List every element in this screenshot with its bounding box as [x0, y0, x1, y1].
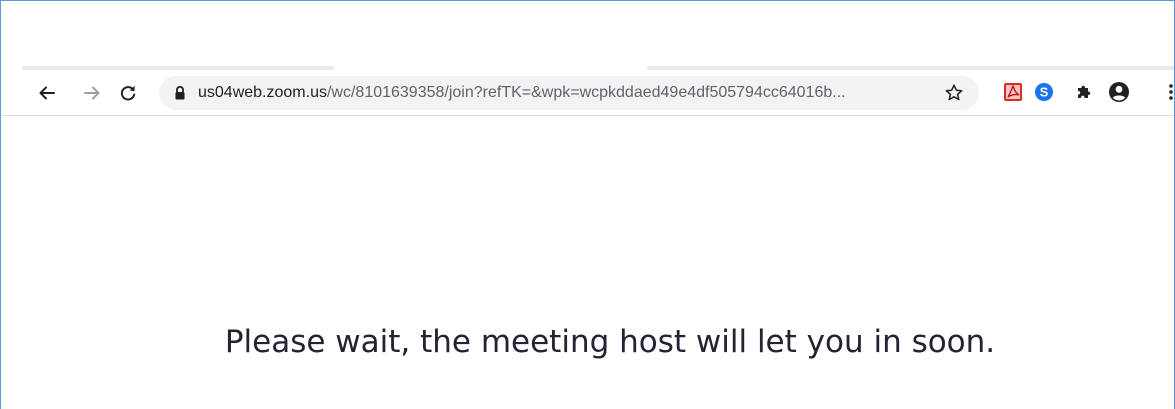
reload-icon — [120, 85, 136, 101]
url-host: us04web.zoom.us — [198, 84, 327, 101]
reload-button[interactable] — [114, 79, 142, 107]
skype-extension-button[interactable]: S — [1033, 81, 1055, 103]
kebab-menu-icon — [1169, 84, 1173, 100]
page-content: Please wait, the meeting host will let y… — [2, 116, 1174, 409]
star-icon[interactable] — [944, 83, 964, 103]
url-text[interactable]: us04web.zoom.us/wc/8101639358/join?refTK… — [198, 84, 938, 102]
address-bar[interactable]: us04web.zoom.us/wc/8101639358/join?refTK… — [159, 76, 979, 110]
adobe-pdf-icon — [1004, 83, 1022, 101]
back-button[interactable] — [33, 79, 61, 107]
skype-icon: S — [1035, 83, 1053, 101]
puzzle-icon — [1078, 85, 1091, 98]
adobe-pdf-extension-button[interactable] — [1002, 81, 1024, 103]
lock-icon[interactable] — [173, 85, 187, 101]
profile-icon — [1109, 82, 1129, 102]
svg-text:S: S — [1040, 85, 1049, 100]
profile-button[interactable] — [1108, 81, 1130, 103]
browser-window: us04web.zoom.us/wc/8101639358/join?refTK… — [0, 0, 1175, 409]
back-arrow-icon — [39, 86, 55, 100]
tab-edge-right — [647, 66, 1174, 70]
tab-edge-left — [22, 66, 334, 70]
url-path: /wc/8101639358/join?refTK=&wpk=wcpkddaed… — [326, 84, 846, 101]
waiting-room-message: Please wait, the meeting host will let y… — [224, 324, 996, 360]
browser-menu-button[interactable] — [1161, 81, 1174, 103]
extensions-button[interactable] — [1073, 81, 1095, 103]
browser-toolbar: us04web.zoom.us/wc/8101639358/join?refTK… — [2, 71, 1174, 116]
tab-strip — [2, 1, 1174, 71]
forward-button[interactable] — [78, 79, 106, 107]
forward-arrow-icon — [84, 86, 100, 100]
